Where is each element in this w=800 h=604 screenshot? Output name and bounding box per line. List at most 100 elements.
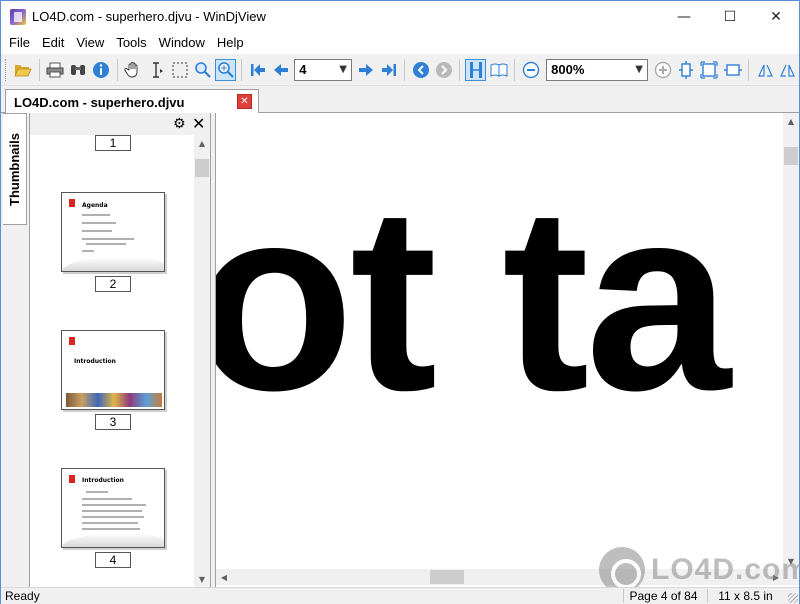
slide-text-line xyxy=(82,238,134,240)
magnifier-icon[interactable] xyxy=(215,58,237,81)
slide-footer-wave xyxy=(62,533,164,547)
scroll-down-icon[interactable]: ▼ xyxy=(194,571,210,587)
minimize-button[interactable]: — xyxy=(661,1,707,32)
zoom-in-icon[interactable] xyxy=(653,59,674,81)
slide-text-line xyxy=(86,491,108,493)
page-thumbnail[interactable]: Introduction xyxy=(61,468,165,548)
back-icon[interactable] xyxy=(410,59,431,81)
app-window: LO4D.com - superhero.djvu - WinDjView — … xyxy=(0,0,800,604)
fit-page-icon[interactable] xyxy=(676,59,697,81)
text-select-icon[interactable] xyxy=(146,59,167,81)
vertical-scrollbar[interactable]: ▲ ▼ xyxy=(783,113,799,569)
scroll-left-icon[interactable]: ◀ xyxy=(216,569,232,585)
close-button[interactable]: ✕ xyxy=(753,1,799,32)
zoom-rect-icon[interactable] xyxy=(192,59,213,81)
slide-title: Introduction xyxy=(82,477,124,484)
page-number-label[interactable]: 3 xyxy=(95,414,131,430)
rect-select-icon[interactable] xyxy=(169,59,190,81)
zoom-combo[interactable]: 800% ▼ xyxy=(546,58,648,81)
page-number-label[interactable]: 1 xyxy=(95,135,131,151)
slide-text-line xyxy=(82,222,116,224)
menu-window[interactable]: Window xyxy=(153,33,211,53)
forward-icon[interactable] xyxy=(433,59,454,81)
thumbnails-tab-label: Thumbnails xyxy=(7,132,23,206)
open-icon[interactable] xyxy=(13,59,34,81)
watermark-text: LO4D.com xyxy=(651,553,800,586)
adobe-logo-icon xyxy=(69,475,75,483)
slide-text-line xyxy=(82,230,112,232)
thumbnail-list: 1 Agenda 2 Introduction 3 Introduction 4 xyxy=(30,135,194,587)
close-tab-icon[interactable]: ✕ xyxy=(237,94,252,109)
next-page-icon[interactable] xyxy=(355,59,376,81)
prev-page-icon[interactable] xyxy=(270,59,291,81)
zoom-out-icon[interactable] xyxy=(520,59,541,81)
scrollbar-thumb[interactable] xyxy=(430,570,464,584)
page-number-label[interactable]: 2 xyxy=(95,276,131,292)
page-number-label[interactable]: 4 xyxy=(95,552,131,568)
tab-thumbnails[interactable]: Thumbnails xyxy=(3,113,27,225)
slide-text-line xyxy=(82,504,146,506)
document-tab[interactable]: LO4D.com - superhero.djvu ✕ xyxy=(5,89,259,114)
thumbnails-header: ⚙ ✕ xyxy=(30,113,210,135)
hand-tool-icon[interactable] xyxy=(123,59,144,81)
status-page-info: Page 4 of 84 xyxy=(623,589,703,603)
thumbnails-scrollbar[interactable]: ▲ ▼ xyxy=(194,135,210,587)
toolbar-grip[interactable] xyxy=(5,58,8,81)
menu-tools[interactable]: Tools xyxy=(110,33,152,53)
fit-width-icon[interactable] xyxy=(699,59,720,81)
scrollbar-thumb[interactable] xyxy=(784,147,798,165)
document-view[interactable]: ot ta ▲ ▼ ◀ ▶ xyxy=(215,113,799,587)
page-thumbnail[interactable]: Introduction xyxy=(61,330,165,410)
chevron-down-icon: ▼ xyxy=(635,64,643,75)
side-tab-strip: Thumbnails xyxy=(1,113,29,587)
menu-edit[interactable]: Edit xyxy=(36,33,70,53)
scrollbar-thumb[interactable] xyxy=(195,159,209,177)
single-page-icon[interactable] xyxy=(465,58,487,81)
page-number-combo[interactable]: 4 ▼ xyxy=(294,58,352,81)
slide-text-line xyxy=(82,516,144,518)
page-content-text: ot ta xyxy=(216,152,731,445)
maximize-button[interactable]: ☐ xyxy=(707,1,753,32)
print-icon[interactable] xyxy=(45,59,66,81)
scroll-up-icon[interactable]: ▲ xyxy=(783,113,799,129)
toolbar-separator xyxy=(38,58,40,81)
facing-pages-icon[interactable] xyxy=(488,59,509,81)
slide-text-line xyxy=(86,243,126,245)
windjview-app-icon xyxy=(10,8,26,25)
toolbar-separator xyxy=(404,58,405,81)
slide-image-strip xyxy=(66,393,162,407)
scroll-up-icon[interactable]: ▲ xyxy=(194,135,210,151)
slide-text-line xyxy=(82,214,110,216)
find-icon[interactable] xyxy=(68,59,89,81)
info-icon[interactable] xyxy=(91,59,112,81)
window-title: LO4D.com - superhero.djvu - WinDjView xyxy=(32,9,266,24)
chevron-down-icon: ▼ xyxy=(339,64,347,75)
status-ready: Ready xyxy=(5,589,40,603)
toolbar: 4 ▼ 800% ▼ xyxy=(1,54,799,86)
window-controls: — ☐ ✕ xyxy=(661,1,799,32)
adobe-logo-icon xyxy=(69,337,75,345)
title-bar: LO4D.com - superhero.djvu - WinDjView — … xyxy=(1,1,799,32)
menu-help[interactable]: Help xyxy=(211,33,250,53)
rotate-left-icon[interactable] xyxy=(754,59,775,81)
gear-icon[interactable]: ⚙ xyxy=(173,116,186,132)
zoom-value: 800% xyxy=(551,62,585,77)
status-bar: Ready Page 4 of 84 11 x 8.5 in xyxy=(1,587,799,604)
slide-text-line xyxy=(82,498,132,500)
last-page-icon[interactable] xyxy=(378,59,399,81)
close-icon[interactable]: ✕ xyxy=(192,114,205,133)
slide-title: Introduction xyxy=(74,358,116,365)
first-page-icon[interactable] xyxy=(247,59,268,81)
toolbar-separator xyxy=(116,58,118,81)
menu-view[interactable]: View xyxy=(70,33,110,53)
toolbar-separator xyxy=(241,58,243,81)
slide-text-line xyxy=(82,528,140,530)
rotate-right-icon[interactable] xyxy=(777,59,798,81)
resize-grip-icon[interactable] xyxy=(788,593,798,603)
page-thumbnail[interactable]: Agenda xyxy=(61,192,165,272)
menu-file[interactable]: File xyxy=(3,33,36,53)
page-canvas[interactable]: ot ta xyxy=(216,113,784,569)
slide-title: Agenda xyxy=(82,202,108,209)
actual-size-icon[interactable] xyxy=(722,59,743,81)
menu-bar: File Edit View Tools Window Help xyxy=(1,32,799,54)
